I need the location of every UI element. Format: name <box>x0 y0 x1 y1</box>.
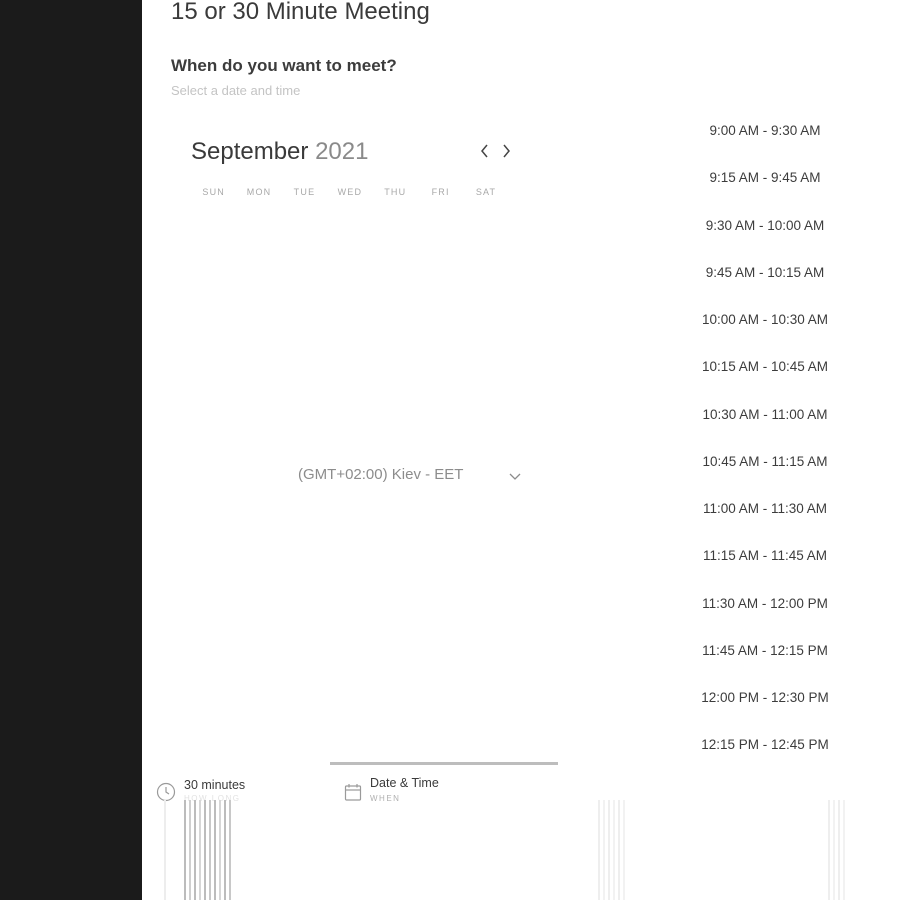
weekday-tue: TUE <box>293 187 316 197</box>
stripe <box>828 800 830 900</box>
chevron-left-icon <box>481 144 488 158</box>
time-slot[interactable]: 11:30 AM - 12:00 PM <box>690 593 840 640</box>
time-slot-list: 9:00 AM - 9:30 AM 9:15 AM - 9:45 AM 9:30… <box>690 120 840 782</box>
time-slot[interactable]: 9:45 AM - 10:15 AM <box>690 262 840 309</box>
stripe <box>209 800 211 900</box>
stripe <box>229 800 231 900</box>
clock-icon <box>156 782 176 802</box>
stripe <box>603 800 605 900</box>
time-slot[interactable]: 10:45 AM - 11:15 AM <box>690 451 840 498</box>
time-slot[interactable]: 10:15 AM - 10:45 AM <box>690 356 840 403</box>
time-slot[interactable]: 9:15 AM - 9:45 AM <box>690 167 840 214</box>
page-title: 15 or 30 Minute Meeting <box>171 0 430 25</box>
stripe <box>189 800 191 900</box>
left-sidebar <box>0 0 142 900</box>
section-heading: When do you want to meet? <box>171 56 397 75</box>
stripe <box>224 800 226 900</box>
timezone-select[interactable]: (GMT+02:00) Kiev - EET <box>298 466 523 488</box>
render-artifact <box>598 800 628 900</box>
stripe <box>204 800 206 900</box>
time-slot[interactable]: 11:45 AM - 12:15 PM <box>690 640 840 687</box>
active-step-indicator <box>330 762 558 765</box>
stripe <box>843 800 845 900</box>
stripe <box>164 800 166 900</box>
time-slot[interactable]: 12:00 PM - 12:30 PM <box>690 687 840 734</box>
step-datetime-title: Date & Time <box>370 776 439 790</box>
stripe <box>623 800 625 900</box>
time-slot[interactable]: 10:00 AM - 10:30 AM <box>690 309 840 356</box>
time-slot[interactable]: 9:00 AM - 9:30 AM <box>690 120 840 167</box>
stripe <box>838 800 840 900</box>
chevron-right-icon <box>503 144 510 158</box>
step-duration-title: 30 minutes <box>184 778 246 792</box>
prev-month-button[interactable] <box>475 140 495 164</box>
stripe <box>608 800 610 900</box>
stripe <box>219 800 221 900</box>
stripe <box>618 800 620 900</box>
time-slot[interactable]: 9:30 AM - 10:00 AM <box>690 215 840 262</box>
next-month-button[interactable] <box>496 140 516 164</box>
render-artifact <box>164 800 169 900</box>
render-artifact <box>184 800 234 900</box>
stripe <box>613 800 615 900</box>
timezone-label: (GMT+02:00) Kiev - EET <box>298 466 464 483</box>
section-hint: Select a date and time <box>171 83 301 98</box>
calendar-month: September <box>191 138 309 165</box>
calendar-month-year: September 2021 <box>191 138 368 166</box>
calendar-year: 2021 <box>315 138 369 165</box>
stripe <box>199 800 201 900</box>
calendar-icon <box>344 784 362 801</box>
weekday-mon: MON <box>246 187 272 197</box>
chevron-down-icon <box>509 473 521 480</box>
weekday-thu: THU <box>384 187 407 197</box>
weekday-header: SUN MON TUE WED THU FRI SAT <box>191 187 509 197</box>
stripe <box>214 800 216 900</box>
stripe <box>598 800 600 900</box>
time-slot[interactable]: 10:30 AM - 11:00 AM <box>690 404 840 451</box>
weekday-sat: SAT <box>475 187 497 197</box>
stripe <box>184 800 186 900</box>
time-slot[interactable]: 11:00 AM - 11:30 AM <box>690 498 840 545</box>
weekday-fri: FRI <box>431 187 450 197</box>
weekday-sun: SUN <box>202 187 225 197</box>
weekday-wed: WED <box>337 187 363 197</box>
time-slot[interactable]: 11:15 AM - 11:45 AM <box>690 545 840 592</box>
step-datetime-sub: WHEN <box>370 794 401 803</box>
stripe <box>833 800 835 900</box>
render-artifact <box>828 800 848 900</box>
stripe <box>194 800 196 900</box>
time-slot[interactable]: 12:15 PM - 12:45 PM <box>690 734 840 781</box>
